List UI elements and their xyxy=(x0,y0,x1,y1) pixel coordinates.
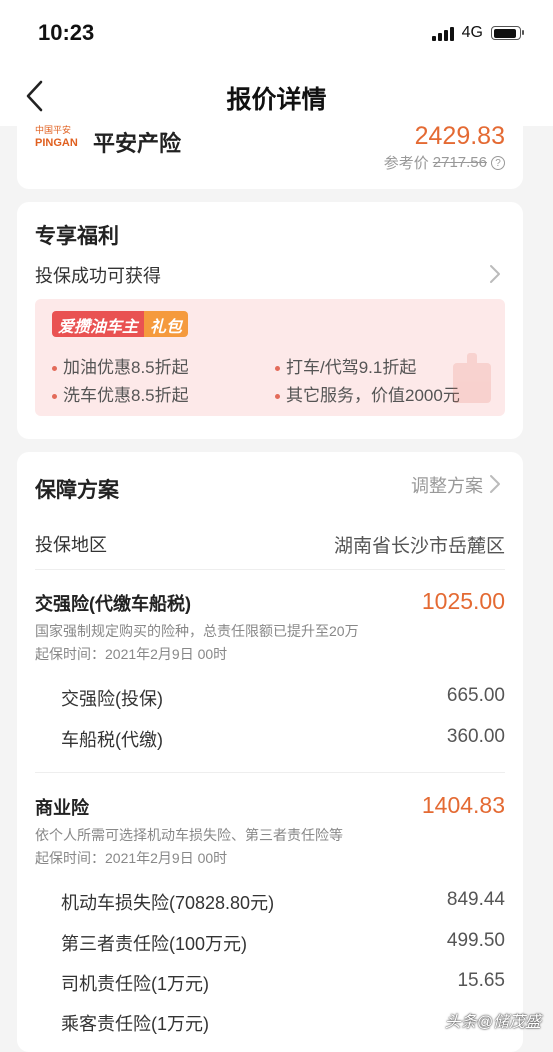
logo-en-text: PINGAN xyxy=(35,137,78,149)
reference-price: 参考价 2717.56 ? xyxy=(384,152,505,173)
coverage-item-value: 499.50 xyxy=(446,930,505,951)
coverage-item-value: 665.00 xyxy=(446,685,505,706)
reference-price-label: 参考价 xyxy=(383,155,429,172)
status-bar: 10:23 4G xyxy=(0,0,553,66)
divider xyxy=(35,772,505,773)
benefits-subtitle[interactable]: 投保成功可获得 xyxy=(35,262,161,288)
commercial-note: 依个人所需可选择机动车损失险、第三者责任险等 xyxy=(35,827,343,843)
compulsory-note: 国家强制规定购买的险种，总责任限额已提升至20万 xyxy=(35,623,359,639)
benefits-title: 专享福利 xyxy=(35,225,119,248)
coverage-item-label: 司机责任险(1万元) xyxy=(61,974,209,994)
status-time: 10:23 xyxy=(38,20,95,45)
compulsory-title: 交强险(代缴车船税) xyxy=(35,594,191,614)
benefits-card: 专享福利 投保成功可获得 爱攒油车主 礼包 加油优惠8.5折起 打车/代驾9.1… xyxy=(17,202,523,439)
coverage-item-label: 车船税(代缴) xyxy=(61,730,163,750)
benefit-item-text: 打车/代驾9.1折起 xyxy=(286,358,417,377)
logo-cn-text: 中国平安 xyxy=(35,125,72,135)
quote-card: 中国平安 PINGAN 平安产险 2429.83 参考价 2717.56 ? xyxy=(17,116,523,189)
page-title: 报价详情 xyxy=(226,86,327,114)
adjust-plan-button[interactable]: 调整方案 xyxy=(411,472,483,498)
badge-tag: 礼包 xyxy=(144,311,189,337)
help-icon[interactable]: ? xyxy=(491,155,505,170)
gift-decoration-icon xyxy=(453,353,491,403)
benefit-package[interactable]: 爱攒油车主 礼包 加油优惠8.5折起 打车/代驾9.1折起 洗车优惠8.5折起 … xyxy=(35,299,505,416)
coverage-item-label: 乘客责任险(1万元) xyxy=(61,1014,209,1034)
benefit-item-text: 其它服务，价值2000元 xyxy=(286,386,460,405)
coverage-item-label: 第三者责任险(100万元) xyxy=(61,934,248,954)
watermark: 头条@储茂盛 xyxy=(444,1014,541,1031)
compulsory-start-time: 起保时间：2021年2月9日 00时 xyxy=(35,646,228,662)
benefit-item: 其它服务，价值2000元 xyxy=(275,381,460,406)
divider xyxy=(35,569,505,570)
compulsory-price: 1025.00 xyxy=(421,588,505,614)
coverage-item-label: 机动车损失险(70828.80元) xyxy=(61,893,275,913)
coverage-item-value: 849.44 xyxy=(446,889,505,910)
signal-icon xyxy=(431,25,454,41)
badge-main: 爱攒油车主 xyxy=(52,311,145,337)
battery-icon xyxy=(491,26,524,40)
plan-title: 保障方案 xyxy=(35,479,119,502)
reference-price-value: 2717.56 xyxy=(432,154,487,171)
coverage-item-value: 360.00 xyxy=(446,726,505,747)
benefit-item: 加油优惠8.5折起 xyxy=(52,353,189,378)
coverage-item-label: 交强险(投保) xyxy=(61,689,163,709)
network-type: 4G xyxy=(461,24,483,41)
pingan-logo: 中国平安 PINGAN xyxy=(35,124,87,150)
commercial-start-time: 起保时间：2021年2月9日 00时 xyxy=(35,850,228,866)
region-value: 湖南省长沙市岳麓区 xyxy=(333,536,505,557)
package-badge: 爱攒油车主 礼包 xyxy=(52,311,189,337)
commercial-price: 1404.83 xyxy=(421,792,505,818)
status-indicators: 4G xyxy=(431,24,524,42)
chevron-right-icon[interactable] xyxy=(489,264,501,284)
quote-price: 2429.83 xyxy=(414,122,505,150)
region-label: 投保地区 xyxy=(35,535,107,555)
benefit-item: 洗车优惠8.5折起 xyxy=(52,381,189,406)
coverage-plan-card: 保障方案 调整方案 投保地区 湖南省长沙市岳麓区 交强险(代缴车船税) 1025… xyxy=(17,452,523,1052)
coverage-item-value: 15.65 xyxy=(457,970,505,991)
benefit-item-text: 加油优惠8.5折起 xyxy=(63,358,189,377)
benefit-item-text: 洗车优惠8.5折起 xyxy=(63,386,189,405)
insurer-name: 平安产险 xyxy=(93,131,182,156)
commercial-title: 商业险 xyxy=(35,798,89,818)
chevron-right-icon[interactable] xyxy=(489,474,501,494)
benefit-item: 打车/代驾9.1折起 xyxy=(275,353,416,378)
